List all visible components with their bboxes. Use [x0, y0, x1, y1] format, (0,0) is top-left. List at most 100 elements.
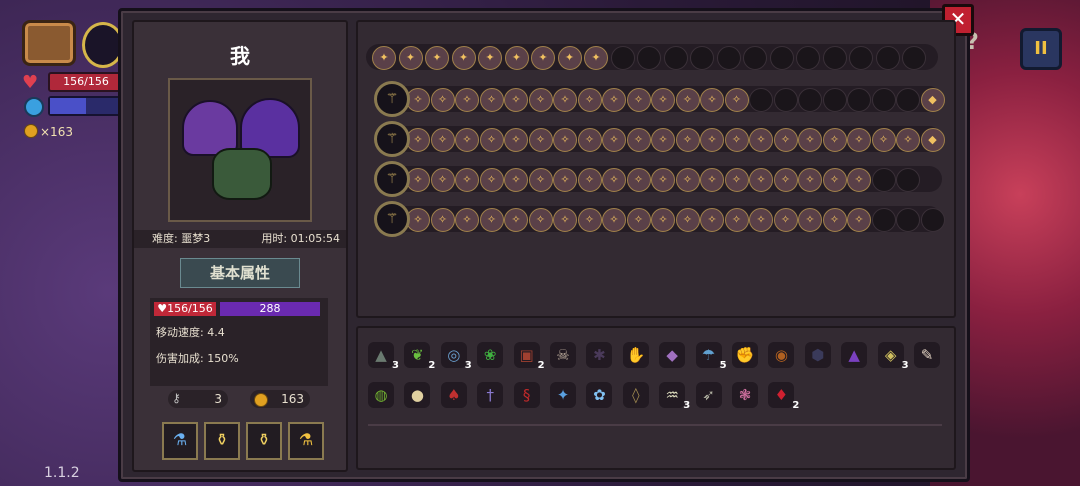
upgrade-icon[interactable]: ✧	[749, 128, 773, 152]
target-icon[interactable]: ✦	[584, 46, 608, 70]
pause-button[interactable]: II	[1020, 28, 1062, 70]
upgrade-icon[interactable]: ✧	[847, 208, 871, 232]
upgrade-icon[interactable]: ✧	[577, 88, 602, 112]
empty-slot[interactable]	[896, 168, 920, 192]
gauntlet-icon[interactable]: ✊	[732, 342, 758, 368]
empty-slot[interactable]	[773, 88, 798, 112]
upgrade-icon[interactable]: ✧	[896, 128, 920, 152]
arrow-icon[interactable]: ➶	[695, 382, 722, 408]
swirl-icon[interactable]: ✦	[398, 46, 423, 70]
upgrade-icon[interactable]: ✧	[430, 168, 455, 192]
crate-icon[interactable]: ▣	[513, 342, 540, 368]
leaf-icon[interactable]: ❦	[404, 342, 431, 368]
upgrade-icon[interactable]: ✧	[577, 168, 602, 192]
inventory-chest-icon[interactable]	[22, 20, 76, 66]
magnifier-icon[interactable]: ◎	[440, 342, 467, 368]
empty-slot[interactable]	[875, 46, 900, 70]
empty-slot[interactable]	[822, 46, 847, 70]
upgrade-icon[interactable]: ✧	[626, 168, 651, 192]
empty-slot[interactable]	[637, 46, 661, 70]
upgrade-icon[interactable]: ✧	[651, 88, 675, 112]
lantern-icon[interactable]: ◊	[622, 382, 649, 408]
potion-slot[interactable]: ⚱	[246, 422, 282, 460]
dagger-icon[interactable]: †	[477, 382, 504, 408]
teeth-icon[interactable]: ♒	[659, 382, 686, 408]
upgrade-icon[interactable]: ✧	[553, 88, 577, 112]
upgrade-icon[interactable]: ✧	[455, 128, 479, 152]
empty-slot[interactable]	[849, 46, 873, 70]
upgrade-icon[interactable]: ✧	[626, 128, 651, 152]
upgrade-icon[interactable]: ✧	[798, 128, 822, 152]
upgrade-icon[interactable]: ✧	[504, 208, 528, 232]
upgrade-icon[interactable]: ✧	[479, 128, 504, 152]
glove-icon[interactable]: ✋	[622, 342, 649, 368]
upgrade-icon[interactable]: ✧	[675, 208, 700, 232]
fire-icon[interactable]: ✦	[504, 46, 529, 70]
potion-slot[interactable]: ⚱	[204, 422, 240, 460]
upgrade-icon[interactable]: ✧	[700, 128, 724, 152]
empty-slot[interactable]	[769, 46, 794, 70]
upgrade-icon[interactable]: ✧	[749, 168, 773, 192]
map-icon[interactable]: ◆	[659, 342, 686, 368]
potion-slot[interactable]: ⚗	[288, 422, 324, 460]
empty-slot[interactable]	[902, 46, 926, 70]
upgrade-icon[interactable]: ✧	[430, 208, 455, 232]
empty-slot[interactable]	[610, 46, 635, 70]
empty-slot[interactable]	[743, 46, 767, 70]
witch-hat-icon[interactable]: ▲	[841, 342, 868, 368]
upgrade-icon[interactable]: ✧	[871, 128, 896, 152]
staff-gold-2-icon[interactable]: ⚚	[374, 201, 410, 237]
brain-icon[interactable]: ❃	[732, 382, 758, 408]
plant-icon[interactable]: ❀	[477, 342, 504, 368]
empty-slot[interactable]	[920, 208, 945, 232]
skull-icon[interactable]: ☠	[550, 342, 576, 368]
empty-slot[interactable]	[822, 88, 847, 112]
potion-slot[interactable]: ⚗	[162, 422, 198, 460]
empty-slot[interactable]	[871, 88, 896, 112]
serpent-icon[interactable]: §	[513, 382, 540, 408]
upgrade-icon[interactable]: ✧	[651, 208, 675, 232]
empty-slot[interactable]	[871, 168, 896, 192]
upgrade-icon[interactable]: ✧	[847, 168, 871, 192]
upgrade-icon[interactable]: ✧	[455, 208, 479, 232]
upgrade-icon[interactable]: ✧	[700, 208, 724, 232]
empty-slot[interactable]	[798, 88, 822, 112]
fist-icon[interactable]: ✦	[557, 46, 582, 70]
empty-slot[interactable]	[796, 46, 820, 70]
lotus-icon[interactable]: ✿	[586, 382, 613, 408]
upgrade-icon[interactable]: ✧	[847, 128, 871, 152]
chest-icon[interactable]: ✦	[372, 46, 396, 70]
bird-icon[interactable]: ♠	[440, 382, 467, 408]
upgrade-icon[interactable]: ✧	[675, 168, 700, 192]
empty-slot[interactable]	[663, 46, 688, 70]
upgrade-icon[interactable]: ✧	[504, 88, 528, 112]
crystal-icon[interactable]: ✦	[550, 382, 576, 408]
upgrade-icon[interactable]: ✧	[798, 168, 822, 192]
upgrade-icon[interactable]: ✧	[724, 88, 749, 112]
fire-icon[interactable]: ✦	[478, 46, 502, 70]
upgrade-icon[interactable]: ✧	[749, 208, 773, 232]
upgrade-icon[interactable]: ✧	[479, 88, 504, 112]
empty-slot[interactable]	[896, 208, 920, 232]
dumpling-icon[interactable]: ●	[404, 382, 431, 408]
upgrade-icon[interactable]: ✧	[455, 88, 479, 112]
empty-slot[interactable]	[896, 88, 920, 112]
crystal-purple-icon[interactable]: ⚚	[374, 121, 410, 157]
mushroom-icon[interactable]: ☂	[695, 342, 722, 368]
empty-slot[interactable]	[716, 46, 741, 70]
upgrade-icon[interactable]: ✧	[626, 208, 651, 232]
upgrade-icon[interactable]: ✧	[455, 168, 479, 192]
bug-icon[interactable]: ✱	[586, 342, 613, 368]
upgrade-icon[interactable]: ✧	[602, 168, 626, 192]
upgrade-icon[interactable]: ✧	[822, 128, 847, 152]
empty-slot[interactable]	[871, 208, 896, 232]
upgrade-icon[interactable]: ✧	[528, 208, 553, 232]
upgrade-icon[interactable]: ✧	[626, 88, 651, 112]
upgrade-icon[interactable]: ✧	[577, 208, 602, 232]
upgrade-icon[interactable]: ✧	[724, 168, 749, 192]
cloak-icon[interactable]: ▲	[368, 342, 394, 368]
star-icon[interactable]: ✦	[451, 46, 476, 70]
upgrade-icon[interactable]: ✧	[430, 88, 455, 112]
shield-icon[interactable]: ⬢	[804, 342, 831, 368]
barrel-icon[interactable]: ◉	[768, 342, 795, 368]
